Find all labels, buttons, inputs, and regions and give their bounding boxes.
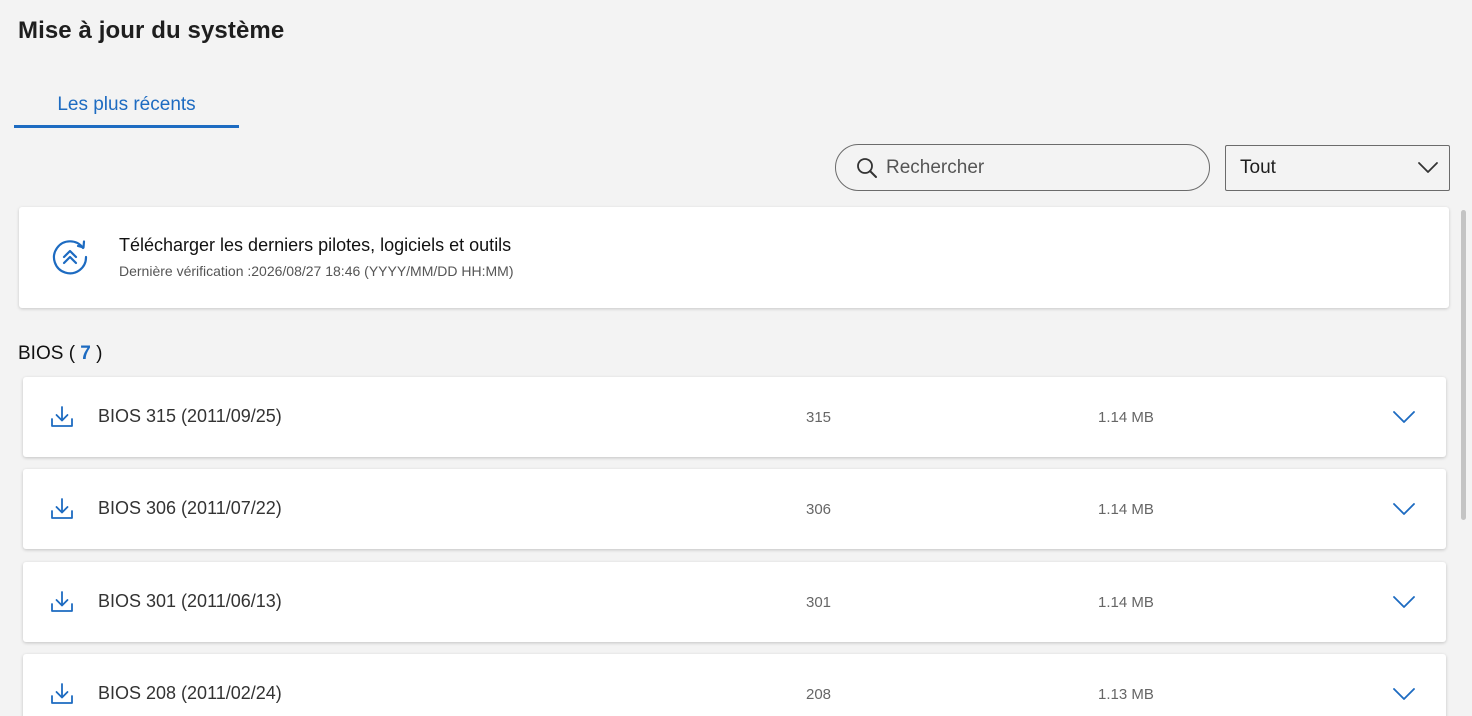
chevron-down-icon[interactable] (1391, 407, 1417, 427)
chevron-down-icon[interactable] (1391, 499, 1417, 519)
item-name: BIOS 306 (2011/07/22) (98, 498, 282, 518)
list-item[interactable]: BIOS 208 (2011/02/24) 208 1.13 MB (23, 654, 1446, 716)
scrollbar[interactable] (1461, 210, 1466, 520)
download-icon[interactable] (50, 682, 74, 706)
item-size: 1.14 MB (1098, 594, 1154, 611)
search-box[interactable] (835, 144, 1210, 191)
tab-latest[interactable]: Les plus récents (14, 88, 239, 128)
section-close-paren: ) (96, 343, 103, 364)
section-count: 7 (80, 343, 91, 364)
section-open-paren: ( (68, 343, 76, 364)
list-item[interactable]: BIOS 315 (2011/09/25) 315 1.14 MB (23, 377, 1446, 457)
filter-selected-value: Tout (1240, 157, 1276, 178)
item-version: 208 (806, 686, 832, 703)
item-size: 1.13 MB (1098, 686, 1154, 703)
chevron-down-icon[interactable] (1391, 684, 1417, 704)
filter-dropdown[interactable]: Tout (1225, 145, 1450, 191)
section-heading-bios: BIOS ( 7 ) (18, 343, 102, 365)
item-name: BIOS 301 (2011/06/13) (98, 591, 282, 611)
search-input[interactable] (884, 155, 1188, 180)
item-version: 306 (806, 501, 832, 518)
search-icon (856, 157, 878, 179)
list-item[interactable]: BIOS 306 (2011/07/22) 306 1.14 MB (23, 469, 1446, 549)
download-icon[interactable] (50, 497, 74, 521)
item-version: 315 (806, 409, 832, 426)
update-refresh-icon (49, 236, 91, 278)
page-title: Mise à jour du système (18, 17, 285, 44)
chevron-down-icon (1417, 161, 1439, 175)
download-icon[interactable] (50, 405, 74, 429)
download-icon[interactable] (50, 590, 74, 614)
item-version: 301 (806, 594, 832, 611)
last-check-text: Dernière vérification :2026/08/27 18:46 … (119, 263, 514, 279)
item-size: 1.14 MB (1098, 501, 1154, 518)
section-label: BIOS (18, 343, 64, 364)
item-name: BIOS 315 (2011/09/25) (98, 406, 282, 426)
update-card-title: Télécharger les derniers pilotes, logici… (119, 235, 512, 255)
system-update-page: Mise à jour du système Les plus récents … (0, 0, 1472, 716)
tab-latest-label: Les plus récents (57, 94, 196, 115)
list-item[interactable]: BIOS 301 (2011/06/13) 301 1.14 MB (23, 562, 1446, 642)
item-size: 1.14 MB (1098, 409, 1154, 426)
check-updates-card[interactable]: Télécharger les derniers pilotes, logici… (19, 207, 1449, 308)
chevron-down-icon[interactable] (1391, 592, 1417, 612)
item-name: BIOS 208 (2011/02/24) (98, 683, 282, 703)
